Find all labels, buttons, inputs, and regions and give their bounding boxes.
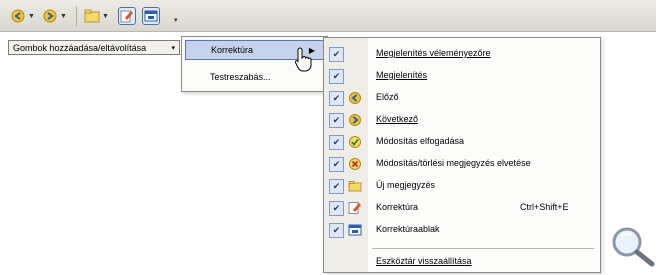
chevron-down-icon[interactable]: ▼ [102,13,109,20]
reject-change-icon [348,157,362,171]
menu-item-reset-toolbar[interactable]: Eszköztár visszaállítása [324,252,600,272]
next-arrow-icon [348,113,362,127]
hand-cursor-icon [294,47,312,72]
track-changes-back-icon [10,8,26,24]
reviewing-pane-icon [348,223,362,237]
shortcut-text: Ctrl+Shift+E [520,202,569,212]
menu-separator [372,248,594,249]
checkmark-icon: ✔ [329,223,344,238]
toolbar-button-highlight[interactable] [118,6,136,26]
dropdown-label: Gombok hozzáadása/eltávolítása [13,42,147,53]
new-comment-icon [348,179,362,193]
checkmark-icon: ✔ [329,69,344,84]
menu-item-label: Korrektúraablak [376,224,440,234]
chevron-down-icon: ▾ [171,44,175,52]
previous-arrow-icon [348,91,362,105]
checkmark-icon: ✔ [329,157,344,172]
menu-item-show[interactable]: ✔ Megjelenítés [324,66,600,86]
menu-item-accept-change[interactable]: ✔ Módosítás elfogadása [324,132,600,152]
korrektura-buttons-menu: ✔ Megjelenítés véleményezőre ✔ Megjelení… [323,37,601,273]
menu-item-reviewing-pane[interactable]: ✔ Korrektúraablak [324,220,600,240]
checkmark-icon: ✔ [329,179,344,194]
add-remove-buttons-dropdown[interactable]: Gombok hozzáadása/eltávolítása ▾ [8,40,180,55]
toolbar-options-icon: ▾ [174,17,178,24]
checkmark-icon: ✔ [329,201,344,216]
toolbar-separator [76,6,77,26]
toolbar: ▼ ▼ ▼ ▾ [0,0,656,32]
checkmark-icon: ✔ [329,47,344,62]
menu-item-label: Testreszabás... [210,72,271,82]
menu-item-reject-change[interactable]: ✔ Módosítás/törlési megjegyzés elvetése [324,154,600,174]
menu-item-label: Korrektúra [211,45,254,55]
menu-item-label: Megjelenítés véleményezőre [376,48,491,58]
checkmark-icon: ✔ [329,135,344,150]
menu-item-previous[interactable]: ✔ Előző [324,88,600,108]
menu-item-label: Korrektúra [376,202,419,212]
reviewing-pane-icon [142,7,160,25]
toolbar-button-next-change[interactable]: ▼ [42,6,67,26]
highlight-icon [118,7,136,25]
toolbar-button-previous-change[interactable]: ▼ [10,6,35,26]
folder-comment-icon [84,8,100,24]
toolbar-button-new-comment[interactable]: ▼ [84,6,109,26]
menu-item-show-to-reviewers[interactable]: ✔ Megjelenítés véleményezőre [324,44,600,64]
magnifier-icon [612,227,655,267]
chevron-down-icon[interactable]: ▼ [28,13,35,20]
menu-item-track-changes[interactable]: ✔ Korrektúra Ctrl+Shift+E [324,198,600,218]
accept-change-icon [348,135,362,149]
toolbar-button-reviewing-pane[interactable] [142,6,160,26]
menu-item-label: Módosítás elfogadása [376,136,465,146]
checkmark-icon: ✔ [329,113,344,128]
menu-item-new-comment[interactable]: ✔ Új megjegyzés [324,176,600,196]
track-changes-icon [348,201,362,215]
menu-item-label: Következő [376,114,419,124]
chevron-down-icon[interactable]: ▼ [60,13,67,20]
track-changes-forward-icon [42,8,58,24]
toolbar-options-button[interactable]: ▾ [172,10,178,30]
menu-item-label: Módosítás/törlési megjegyzés elvetése [376,158,531,168]
menu-item-label: Eszköztár visszaállítása [376,256,472,266]
menu-item-next[interactable]: ✔ Következő [324,110,600,130]
menu-item-label: Új megjegyzés [376,180,436,190]
checkmark-icon: ✔ [329,91,344,106]
menu-item-label: Megjelenítés [376,70,428,80]
menu-item-label: Előző [376,92,399,102]
